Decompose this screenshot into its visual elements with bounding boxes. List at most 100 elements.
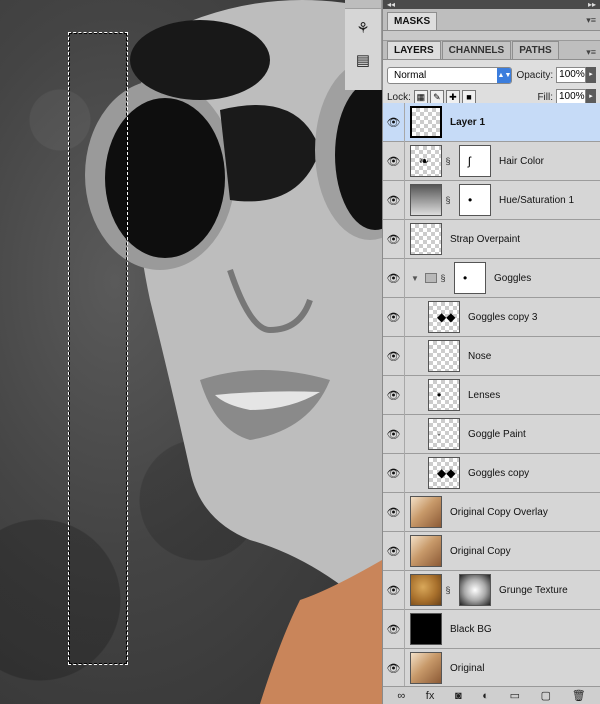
layer-row[interactable]: 👁 Black BG (383, 609, 600, 649)
visibility-eye-icon[interactable]: 👁 (383, 141, 405, 181)
layer-row[interactable]: 👁 ◆◆ Goggles copy 3 (383, 297, 600, 337)
visibility-eye-icon[interactable]: 👁 (383, 648, 405, 688)
panel-menu-icon[interactable]: ▾≡ (586, 15, 596, 26)
mask-link-icon[interactable]: § (443, 585, 453, 595)
lock-all-icon[interactable]: ■ (461, 90, 476, 104)
layer-thumbnail (410, 574, 442, 606)
layer-row[interactable]: 👁 ◆◆ Goggles copy (383, 453, 600, 493)
layer-name: Original Copy Overlay (450, 506, 548, 518)
visibility-eye-icon[interactable]: 👁 (383, 297, 405, 337)
layer-row[interactable]: 👁 Original Copy (383, 531, 600, 571)
layer-mask-thumbnail[interactable]: • (459, 184, 491, 216)
layer-row[interactable]: 👁 ❧ § ʃ Hair Color (383, 141, 600, 181)
layers-tabs: LAYERS CHANNELS PATHS ▾≡ (383, 41, 600, 60)
new-group-icon[interactable]: ▭ (510, 689, 520, 702)
visibility-eye-icon[interactable]: 👁 (383, 336, 405, 376)
layer-row[interactable]: 👁 Original (383, 648, 600, 688)
layer-name: Original Copy (450, 545, 511, 557)
layer-thumbnail: ◆◆ (428, 301, 460, 333)
lock-position-icon[interactable]: ✚ (445, 90, 460, 104)
adjustment-thumbnail (410, 184, 442, 216)
blend-mode-select[interactable]: Normal ▲▼ (387, 66, 513, 84)
expand-arrows-icon[interactable]: ▸▸ (588, 0, 596, 9)
layers-list: 👁 Layer 1 👁 ❧ § ʃ Hair Color 👁 § • Hue/S… (383, 102, 600, 688)
visibility-eye-icon[interactable]: 👁 (383, 219, 405, 259)
add-mask-icon[interactable]: ◙ (455, 690, 462, 702)
layer-name: Goggles copy (468, 467, 530, 479)
tool-presets-icon[interactable]: ▤ (350, 47, 376, 73)
visibility-eye-icon[interactable]: 👁 (383, 453, 405, 493)
tab-paths[interactable]: PATHS (512, 41, 559, 59)
opacity-input[interactable]: 100% (556, 67, 587, 83)
layer-controls: Normal ▲▼ Opacity: 100% ▸ Lock: ▦ ✎ ✚ ■ … (383, 60, 600, 108)
layer-row[interactable]: 👁 § • Hue/Saturation 1 (383, 180, 600, 220)
layer-row[interactable]: 👁 Strap Overpaint (383, 219, 600, 259)
layer-name: Nose (468, 350, 492, 362)
tab-masks[interactable]: MASKS (387, 12, 438, 30)
dock-grip[interactable] (345, 0, 381, 9)
visibility-eye-icon[interactable]: 👁 (383, 492, 405, 532)
folder-icon (425, 273, 437, 283)
mask-link-icon[interactable]: § (443, 195, 453, 205)
layer-name: Hue/Saturation 1 (499, 194, 575, 206)
trash-icon[interactable]: 🗑 (572, 689, 586, 702)
visibility-eye-icon[interactable]: 👁 (383, 258, 405, 298)
new-layer-icon[interactable]: ▢ (541, 689, 551, 702)
layers-panel-group: ◂◂ ▸▸ MASKS ▾≡ LAYERS CHANNELS PATHS ▾≡ … (382, 0, 600, 704)
group-mask-thumbnail[interactable]: • (454, 262, 486, 294)
layer-name: Goggles (494, 272, 532, 284)
layer-name: Goggles copy 3 (468, 311, 538, 323)
lock-pixels-icon[interactable]: ✎ (429, 90, 444, 104)
fx-icon[interactable]: fx (426, 690, 435, 702)
visibility-eye-icon[interactable]: 👁 (383, 414, 405, 454)
adjustment-icon[interactable]: ◐ (482, 690, 489, 702)
layer-thumbnail: · (428, 418, 460, 450)
mask-link-icon[interactable]: § (438, 273, 448, 283)
visibility-eye-icon[interactable]: 👁 (383, 180, 405, 220)
layer-row[interactable]: 👁 • Lenses (383, 375, 600, 415)
layer-name: Black BG (450, 623, 492, 635)
tab-layers[interactable]: LAYERS (387, 41, 441, 59)
collapsed-panel-dock: ⚘ ▤ (345, 0, 382, 90)
visibility-eye-icon[interactable]: 👁 (383, 531, 405, 571)
opacity-label: Opacity: (516, 69, 554, 81)
layer-thumbnail: ◆◆ (428, 457, 460, 489)
layer-thumbnail (410, 652, 442, 684)
layer-thumbnail (428, 340, 460, 372)
layer-thumbnail (410, 496, 442, 528)
layer-row[interactable]: 👁 · Goggle Paint (383, 414, 600, 454)
opacity-slider-button[interactable]: ▸ (586, 67, 596, 83)
layer-row[interactable]: 👁 Original Copy Overlay (383, 492, 600, 532)
visibility-eye-icon[interactable]: 👁 (383, 609, 405, 649)
layer-row[interactable]: 👁 Layer 1 (383, 102, 600, 142)
tab-channels[interactable]: CHANNELS (441, 41, 512, 59)
mask-link-icon[interactable]: § (443, 156, 453, 166)
panel-topbar[interactable]: ◂◂ ▸▸ (383, 0, 600, 9)
visibility-eye-icon[interactable]: 👁 (383, 375, 405, 415)
layer-mask-thumbnail[interactable]: ʃ (459, 145, 491, 177)
layer-thumbnail (410, 613, 442, 645)
layer-row[interactable]: 👁 § Grunge Texture (383, 570, 600, 610)
marquee-selection (68, 32, 128, 665)
layer-name: Hair Color (499, 155, 545, 167)
disclosure-triangle-icon[interactable]: ▼ (409, 274, 421, 283)
layer-row[interactable]: 👁 Nose (383, 336, 600, 376)
link-icon[interactable]: ∞ (397, 690, 405, 702)
clone-source-icon[interactable]: ⚘ (350, 15, 376, 41)
visibility-eye-icon[interactable]: 👁 (383, 570, 405, 610)
visibility-eye-icon[interactable]: 👁 (383, 102, 405, 142)
layer-name: Original (450, 662, 485, 674)
layer-name: Strap Overpaint (450, 233, 521, 245)
layers-menu-icon[interactable]: ▾≡ (586, 47, 596, 58)
document-canvas[interactable] (0, 0, 382, 704)
layer-mask-thumbnail[interactable] (459, 574, 491, 606)
layer-thumbnail (410, 106, 442, 138)
fill-label: Fill: (537, 91, 553, 103)
layer-name: Grunge Texture (499, 584, 568, 596)
layer-thumbnail (410, 535, 442, 567)
panel-divider (383, 31, 600, 41)
lock-transparency-icon[interactable]: ▦ (413, 90, 428, 104)
collapse-arrows-icon[interactable]: ◂◂ (387, 0, 395, 9)
layer-group-row[interactable]: 👁 ▼ § • Goggles (383, 258, 600, 298)
lock-label: Lock: (387, 91, 411, 103)
